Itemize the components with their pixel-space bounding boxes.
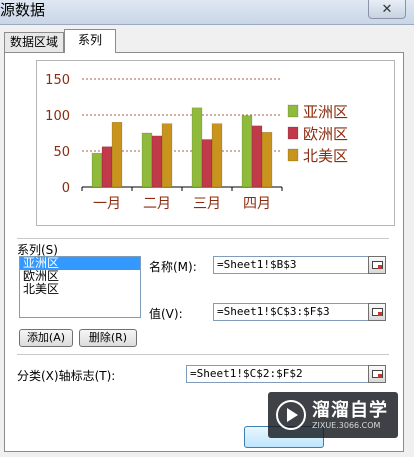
dialog-title: 源数据 bbox=[0, 1, 46, 19]
x-tick-label: 三月 bbox=[193, 196, 221, 212]
legend-swatch bbox=[287, 126, 299, 140]
bar bbox=[151, 135, 163, 188]
delete-series-button[interactable]: 删除(R) bbox=[79, 329, 137, 347]
legend-label: 亚洲区 bbox=[303, 103, 348, 121]
close-button[interactable]: ✕ bbox=[368, 0, 406, 19]
bar bbox=[211, 123, 223, 188]
series-list[interactable]: 亚洲区 欧洲区 北美区 bbox=[19, 256, 141, 318]
values-label: 值(V): bbox=[149, 307, 183, 321]
y-tick-label: 0 bbox=[62, 181, 70, 196]
bar bbox=[191, 107, 203, 188]
name-field[interactable]: =Sheet1!$B$3 bbox=[213, 256, 369, 274]
bar bbox=[101, 146, 113, 188]
chart-preview: 0 50 100 150 一月 二月 三月 四月 亚洲区欧洲区北美区 bbox=[36, 60, 395, 226]
name-label: 名称(M): bbox=[149, 260, 197, 274]
x-tick-label: 一月 bbox=[93, 196, 121, 212]
watermark-url: ZIXUE.3066.COM bbox=[312, 421, 381, 430]
legend-label: 欧洲区 bbox=[303, 125, 348, 143]
divider bbox=[17, 354, 389, 355]
add-series-button[interactable]: 添加(A) bbox=[19, 329, 73, 347]
bar bbox=[241, 115, 253, 188]
bar bbox=[261, 132, 273, 188]
y-tick-label: 50 bbox=[53, 145, 70, 160]
name-collapse-button[interactable] bbox=[368, 256, 386, 274]
legend-swatch bbox=[287, 104, 299, 118]
bar bbox=[251, 125, 263, 188]
category-axis-label: 分类(X)轴标志(T): bbox=[17, 369, 116, 383]
bar bbox=[201, 139, 213, 188]
play-logo-icon bbox=[276, 400, 306, 430]
chart-svg: 0 50 100 150 一月 二月 三月 四月 亚洲区欧洲区北美区 bbox=[45, 73, 348, 212]
title-bar: 源数据 ✕ bbox=[0, 0, 414, 25]
y-tick-label: 150 bbox=[45, 73, 70, 88]
legend-label: 北美区 bbox=[303, 147, 348, 165]
values-field[interactable]: =Sheet1!$C$3:$F$3 bbox=[213, 303, 369, 321]
x-tick-label: 二月 bbox=[143, 196, 171, 212]
x-tick-label: 四月 bbox=[243, 196, 271, 212]
values-collapse-button[interactable] bbox=[368, 303, 386, 321]
watermark: 溜溜自学 ZIXUE.3066.COM bbox=[268, 392, 398, 438]
close-icon: ✕ bbox=[381, 1, 393, 17]
category-axis-collapse-button[interactable] bbox=[368, 365, 386, 383]
bar bbox=[141, 132, 153, 188]
legend-swatch bbox=[287, 148, 299, 162]
bar bbox=[161, 123, 173, 188]
tab-data-range[interactable]: 数据区域 bbox=[4, 32, 64, 52]
y-tick-label: 100 bbox=[45, 109, 70, 124]
watermark-text: 溜溜自学 bbox=[312, 400, 388, 421]
bar bbox=[111, 121, 123, 188]
category-axis-field[interactable]: =Sheet1!$C$2:$F$2 bbox=[186, 365, 369, 383]
list-item[interactable]: 北美区 bbox=[20, 283, 140, 296]
divider bbox=[17, 238, 389, 239]
tab-series[interactable]: 系列 bbox=[64, 29, 116, 53]
bar bbox=[91, 152, 103, 188]
